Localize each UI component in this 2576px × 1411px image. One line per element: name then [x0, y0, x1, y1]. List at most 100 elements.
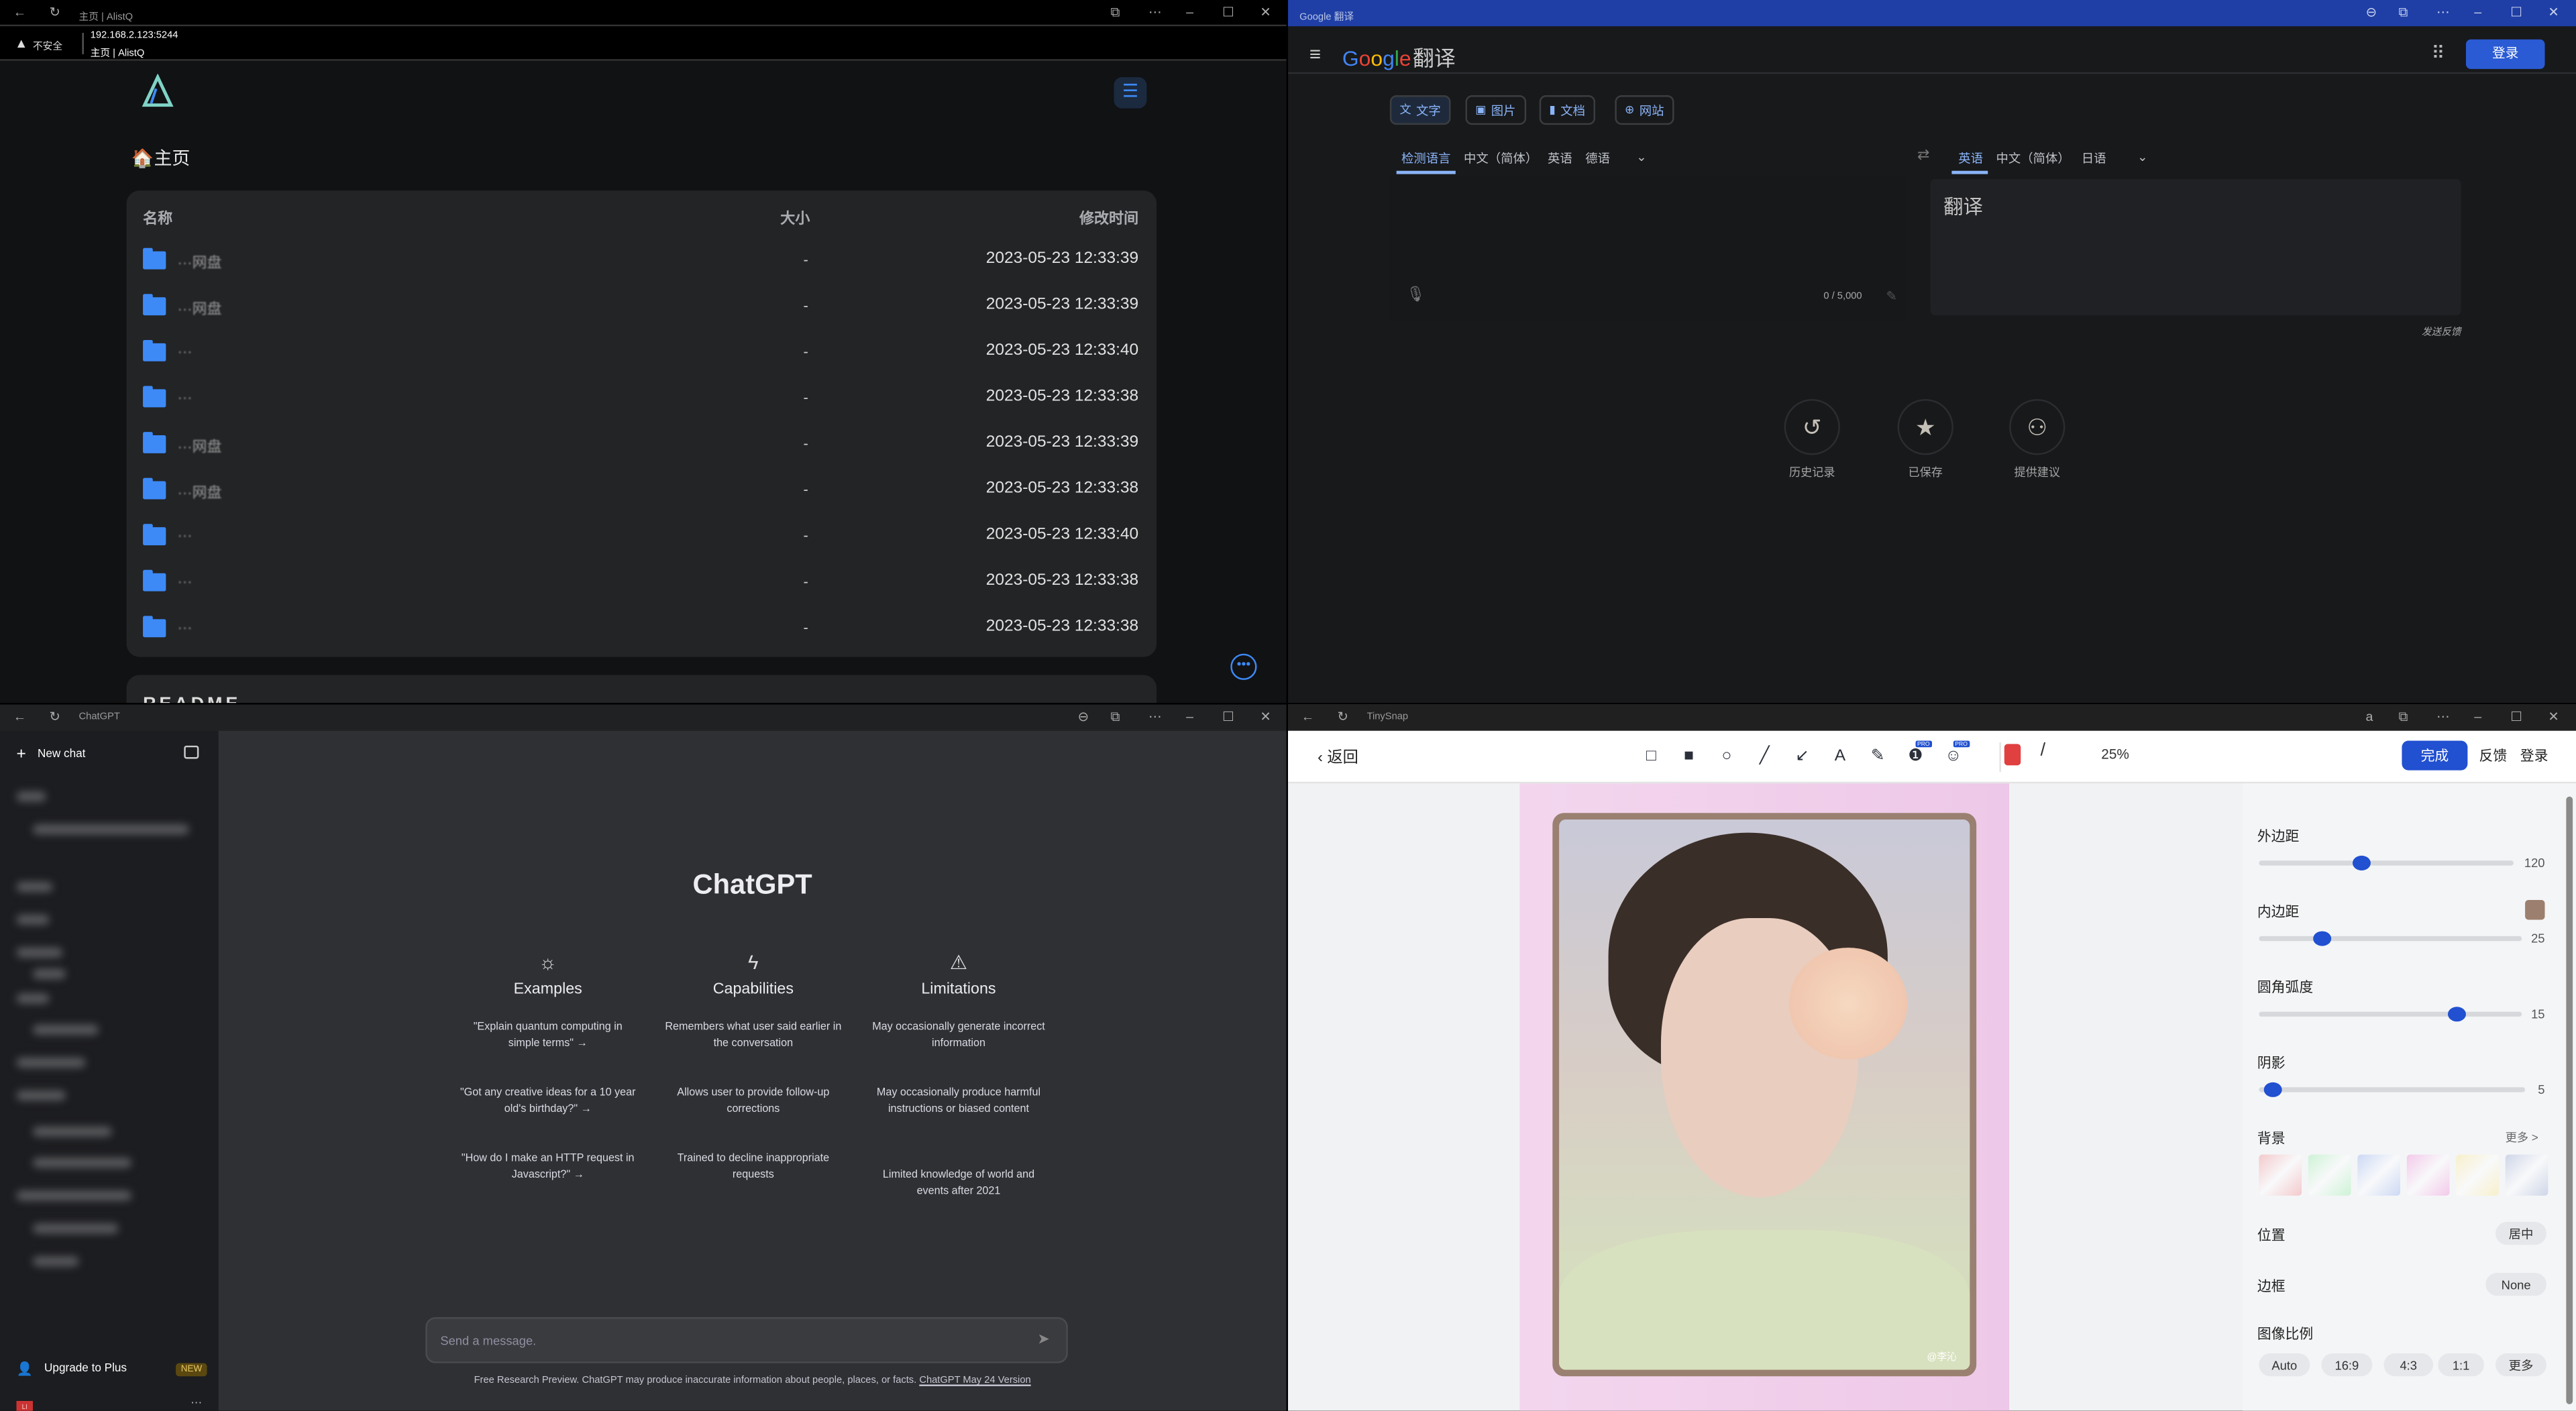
- send-feedback-link[interactable]: 发送反馈: [2422, 323, 2461, 339]
- sidebar-toggle-icon[interactable]: [184, 745, 199, 759]
- file-name[interactable]: ···: [177, 573, 192, 589]
- back-icon[interactable]: ←: [1301, 710, 1315, 726]
- minimize-icon[interactable]: –: [1186, 5, 1193, 21]
- shadow-slider[interactable]: [2259, 1082, 2526, 1097]
- more-icon[interactable]: ⋯: [1148, 710, 1162, 726]
- file-row[interactable]: ···网盘 - 2023-05-23 12:33:39: [127, 284, 1157, 331]
- column-modified[interactable]: 修改时间: [1079, 207, 1138, 229]
- inner-padding-slider[interactable]: [2259, 931, 2522, 946]
- scrollbar[interactable]: [2566, 796, 2573, 1404]
- maximize-icon[interactable]: ☐: [1222, 710, 1234, 726]
- column-item[interactable]: "How do I make an HTTP request in Javasc…: [445, 1151, 651, 1184]
- done-button[interactable]: 完成: [2402, 740, 2468, 771]
- pen-icon[interactable]: ✎: [1866, 747, 1889, 765]
- corner-radius-slider[interactable]: [2259, 1007, 2522, 1022]
- file-row[interactable]: ··· - 2023-05-23 12:33:38: [127, 376, 1157, 422]
- swap-languages-icon[interactable]: ⇄: [1917, 146, 1929, 164]
- chat-history-item[interactable]: [16, 791, 46, 802]
- line-icon[interactable]: ╱: [1753, 747, 1776, 765]
- source-lang-tab[interactable]: 德语: [1585, 150, 1610, 168]
- more-icon[interactable]: ⋯: [2436, 5, 2450, 21]
- refresh-icon[interactable]: ↻: [49, 710, 60, 726]
- back-icon[interactable]: ←: [13, 710, 27, 726]
- feedback-button[interactable]: 反馈: [2479, 746, 2508, 765]
- chat-history-item[interactable]: [16, 948, 63, 958]
- more-icon[interactable]: ⋯: [1148, 5, 1162, 21]
- refresh-icon[interactable]: ↻: [49, 5, 60, 21]
- close-icon[interactable]: ✕: [1260, 710, 1271, 726]
- file-row[interactable]: ··· - 2023-05-23 12:33:38: [127, 560, 1157, 606]
- chat-history-item[interactable]: [16, 993, 50, 1004]
- file-name[interactable]: ···网盘: [177, 482, 221, 503]
- source-lang-tab[interactable]: 中文（简体）: [1464, 150, 1538, 168]
- url-text[interactable]: 192.168.2.123:5244: [91, 32, 178, 42]
- slider-thumb[interactable]: [2263, 1082, 2282, 1097]
- column-size[interactable]: 大小: [780, 207, 810, 229]
- target-lang-tab[interactable]: 英语: [1958, 150, 1983, 168]
- file-name[interactable]: ···: [177, 389, 192, 405]
- tab-icon[interactable]: ⧉: [1111, 710, 1120, 726]
- file-name[interactable]: ···: [177, 619, 192, 635]
- google-logo[interactable]: Google 翻译: [1342, 41, 1456, 72]
- zoom-icon[interactable]: ⊖: [2366, 5, 2377, 21]
- column-name[interactable]: 名称: [143, 207, 172, 229]
- filled-rectangle-icon[interactable]: ■: [1677, 747, 1700, 765]
- apps-icon[interactable]: ⠿: [2432, 43, 2445, 64]
- file-row[interactable]: ··· - 2023-05-23 12:33:38: [127, 606, 1157, 653]
- chevron-down-icon[interactable]: ⌄: [1636, 150, 1646, 164]
- target-lang-tab[interactable]: 日语: [2082, 150, 2106, 168]
- screenshot-image[interactable]: @李沁: [1552, 813, 1977, 1377]
- chat-history-item[interactable]: [32, 1025, 99, 1035]
- outer-margin-slider[interactable]: [2259, 855, 2514, 870]
- chevron-down-icon[interactable]: ⌄: [2137, 150, 2147, 164]
- background-swatch[interactable]: [2357, 1154, 2400, 1196]
- refresh-icon[interactable]: ↻: [1337, 710, 1348, 726]
- chat-history-item[interactable]: [16, 915, 50, 925]
- slider-thumb[interactable]: [2448, 1007, 2466, 1022]
- chat-history-item[interactable]: [16, 882, 53, 892]
- back-button[interactable]: ‹ 返回: [1318, 744, 1358, 767]
- security-label[interactable]: 不安全: [33, 38, 62, 53]
- tab-icon[interactable]: ⧉: [1111, 5, 1120, 21]
- target-lang-tab[interactable]: 中文（简体）: [1996, 150, 2070, 168]
- column-item[interactable]: "Explain quantum computing in simple ter…: [445, 1020, 651, 1053]
- text-icon[interactable]: A: [1829, 747, 1851, 765]
- login-button[interactable]: 登录: [2465, 39, 2545, 69]
- maximize-icon[interactable]: ☐: [1222, 5, 1234, 21]
- version-link[interactable]: ChatGPT May 24 Version: [919, 1376, 1030, 1386]
- message-input[interactable]: Send a message. ➤: [425, 1317, 1068, 1363]
- chat-history-item[interactable]: [16, 1090, 66, 1100]
- emoji-icon[interactable]: ☺: [1942, 747, 1965, 765]
- action-button-2[interactable]: ⚇: [2009, 399, 2065, 455]
- address-bar[interactable]: ▲ 不安全 192.168.2.123:5244 主页 | AlistQ: [0, 26, 1287, 61]
- tab-icon[interactable]: ⧉: [2399, 710, 2408, 726]
- list-view-button[interactable]: ☰: [1114, 77, 1147, 109]
- mode-tab-0[interactable]: 文文字: [1389, 95, 1451, 125]
- position-select[interactable]: 居中: [2496, 1222, 2546, 1245]
- column-item[interactable]: "Got any creative ideas for a 10 year ol…: [445, 1086, 651, 1119]
- ratio-option[interactable]: 4:3: [2383, 1353, 2433, 1377]
- number-icon[interactable]: ❶: [1904, 747, 1927, 765]
- chat-history-item[interactable]: [16, 1190, 131, 1201]
- file-name[interactable]: ···: [177, 343, 192, 359]
- more-icon[interactable]: ···: [191, 1398, 202, 1409]
- file-row[interactable]: ···网盘 - 2023-05-23 12:33:39: [127, 422, 1157, 468]
- chat-history-item[interactable]: [32, 1223, 119, 1234]
- minimize-icon[interactable]: –: [2474, 5, 2481, 21]
- action-button-1[interactable]: ★: [1897, 399, 1953, 455]
- chat-history-item[interactable]: [32, 1127, 112, 1137]
- minimize-icon[interactable]: –: [2474, 710, 2481, 726]
- file-name[interactable]: ···网盘: [177, 251, 221, 273]
- source-text-input[interactable]: 🎙 0 / 5,000 ✎: [1389, 176, 1906, 321]
- background-swatch[interactable]: [2406, 1154, 2450, 1196]
- file-name[interactable]: ···网盘: [177, 435, 221, 457]
- more-icon[interactable]: ⋯: [2436, 710, 2450, 726]
- background-swatch[interactable]: [2456, 1154, 2499, 1196]
- back-icon[interactable]: ←: [13, 5, 27, 21]
- more-actions-button[interactable]: •••: [1230, 653, 1257, 680]
- maximize-icon[interactable]: ☐: [2510, 710, 2522, 726]
- color-picker[interactable]: [2004, 744, 2021, 766]
- microphone-icon[interactable]: 🎙: [1406, 286, 1425, 304]
- ratio-option[interactable]: 16:9: [2321, 1353, 2373, 1377]
- send-icon[interactable]: ➤: [1037, 1331, 1049, 1349]
